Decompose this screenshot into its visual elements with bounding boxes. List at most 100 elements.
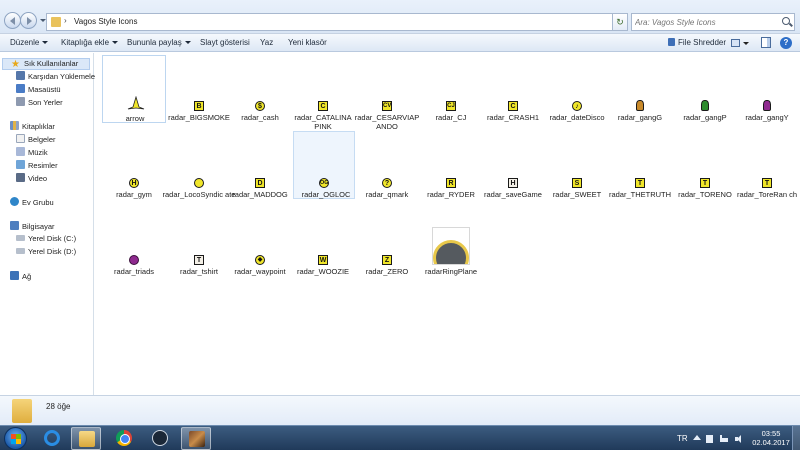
taskbar-windows-explorer[interactable] [71, 427, 101, 450]
sidebar-item-pictures[interactable]: Resimler [16, 160, 58, 170]
sidebar-item-label: Kitaplıklar [22, 122, 55, 131]
savegame-icon: H [508, 178, 518, 188]
sidebar-item-label: Yerel Disk (C:) [28, 234, 77, 243]
file-item-radar-bigsmoke[interactable]: B radar_BIGSMOKE [167, 55, 231, 122]
downloads-icon [16, 71, 25, 80]
sidebar-item-music[interactable]: Müzik [16, 147, 48, 157]
slideshow-button[interactable]: Slayt gösterisi [200, 38, 250, 47]
file-item-radar-crash1[interactable]: C radar_CRASH1 [481, 55, 545, 122]
file-item-radar-ringplane[interactable]: radarRingPlane [419, 205, 483, 276]
help-icon[interactable]: ? [780, 37, 792, 49]
details-pane: 28 öğe [0, 395, 800, 425]
file-item-radar-thetruth[interactable]: T radar_THETRUTH [608, 131, 672, 199]
search-input[interactable] [635, 16, 775, 29]
file-shredder-button[interactable]: File Shredder [668, 38, 726, 47]
file-item-radar-locosyndicate[interactable]: radar_LocoSyndic ate [163, 131, 235, 199]
change-view-button[interactable] [731, 37, 749, 49]
refresh-button[interactable]: ↻ [612, 13, 628, 31]
zero-icon: Z [382, 255, 392, 265]
file-item-radar-maddog[interactable]: D radar_MADDOG [228, 131, 292, 199]
sidebar-item-recent[interactable]: Son Yerler [16, 97, 63, 107]
print-button[interactable]: Yaz [260, 38, 273, 47]
share-with-label: Bununla paylaş [127, 38, 182, 47]
navigation-pane: ★ Sık Kullanılanlar Karşıdan Yüklemeler M… [0, 53, 97, 395]
file-item-radar-sweet[interactable]: S radar_SWEET [545, 131, 609, 199]
breadcrumb-current-folder[interactable]: Vagos Style Icons [74, 17, 137, 26]
file-item-radar-savegame[interactable]: H radar_saveGame [481, 131, 545, 199]
file-item-radar-gangpurple[interactable]: radar_gangP [673, 55, 737, 122]
sidebar-item-label: Sık Kullanılanlar [24, 59, 79, 68]
sidebar-item-network[interactable]: Ağ [10, 271, 31, 281]
file-item-radar-datedisco[interactable]: ♪ radar_dateDisco [545, 55, 609, 122]
file-item-radar-catalinapink[interactable]: C radar_CATALINA PINK [291, 55, 355, 131]
sidebar-item-label: Video [28, 174, 48, 183]
sidebar-item-libraries[interactable]: Kitaplıklar [10, 121, 55, 131]
file-item-radar-qmark[interactable]: ? radar_qmark [355, 131, 419, 199]
file-item-radar-triads[interactable]: radar_triads [102, 205, 166, 276]
file-item-radar-ganggreen[interactable]: radar_gangG [608, 55, 672, 122]
file-item-radar-woozie[interactable]: W radar_WOOZIE [291, 205, 355, 276]
sidebar-item-drive-c[interactable]: Yerel Disk (C:) [16, 234, 76, 243]
bigsmoke-icon: B [194, 101, 204, 111]
system-clock[interactable]: 03:55 02.04.2017 [752, 429, 790, 447]
sidebar-item-desktop[interactable]: Masaüstü [16, 84, 61, 94]
taskbar-internet-explorer[interactable] [37, 427, 67, 450]
search-box[interactable] [631, 13, 795, 31]
sidebar-item-drive-d[interactable]: Yerel Disk (D:) [16, 247, 76, 256]
taskbar-chrome[interactable] [109, 427, 139, 450]
chevron-down-icon [42, 41, 49, 44]
sidebar-item-documents[interactable]: Belgeler [16, 134, 56, 144]
action-center-icon[interactable] [706, 435, 713, 443]
cesar-icon: CV [382, 101, 392, 111]
chevron-down-icon [112, 41, 119, 44]
thetruth-icon: T [635, 178, 645, 188]
clock-time: 03:55 [761, 429, 781, 438]
show-desktop-button[interactable] [792, 426, 800, 450]
organize-menu[interactable]: Düzenle [10, 38, 49, 47]
sidebar-item-videos[interactable]: Video [16, 173, 47, 183]
sidebar-item-computer[interactable]: Bilgisayar [10, 221, 55, 231]
start-button[interactable] [4, 427, 27, 450]
taskbar: TR 03:55 02.04.2017 [0, 425, 800, 450]
file-item-radar-cesarviapando[interactable]: CV radar_CESARVIAP ANDO [355, 55, 419, 131]
arrow-icon [127, 95, 145, 110]
file-item-arrow[interactable]: arrow [102, 55, 166, 123]
file-item-radar-ogloc[interactable]: OG radar_OGLOC [293, 131, 355, 199]
language-indicator[interactable]: TR [677, 434, 688, 443]
loco-icon [194, 178, 204, 188]
network-status-icon[interactable] [720, 435, 728, 442]
new-folder-button[interactable]: Yeni klasör [288, 38, 327, 47]
drive-icon [16, 248, 25, 254]
sidebar-item-homegroup[interactable]: Ev Grubu [10, 197, 54, 207]
woozie-icon: W [318, 255, 328, 265]
taskbar-game[interactable] [181, 427, 211, 450]
item-count: 28 öğe [46, 402, 71, 411]
breadcrumb[interactable]: › Vagos Style Icons [46, 13, 628, 31]
forward-button[interactable] [20, 12, 37, 29]
search-icon[interactable] [782, 17, 790, 25]
sidebar-item-downloads[interactable]: Karşıdan Yüklemeler [16, 71, 97, 81]
back-button[interactable] [4, 12, 21, 29]
file-item-radar-toreno[interactable]: T radar_TORENO [673, 131, 737, 199]
chevron-right-icon[interactable]: › [64, 16, 67, 25]
file-item-radar-cj[interactable]: CJ radar_CJ [419, 55, 483, 122]
file-item-radar-ryder[interactable]: R radar_RYDER [419, 131, 483, 199]
sidebar-item-favorites[interactable]: ★ Sık Kullanılanlar [2, 58, 90, 70]
cj-icon: CJ [446, 101, 456, 111]
file-item-radar-cash[interactable]: $ radar_cash [228, 55, 292, 122]
file-item-radar-zero[interactable]: Z radar_ZERO [355, 205, 419, 276]
file-item-radar-torenoranch[interactable]: T radar_ToreRan ch [735, 131, 799, 199]
sidebar-item-label: Masaüstü [28, 85, 61, 94]
file-item-radar-gangyellow[interactable]: radar_gangY [735, 55, 799, 122]
file-item-radar-waypoint[interactable]: ◆ radar_waypoint [228, 205, 292, 276]
sidebar-item-label: Ev Grubu [22, 198, 54, 207]
preview-pane-icon[interactable] [761, 37, 771, 48]
file-item-radar-tshirt[interactable]: T radar_tshirt [167, 205, 231, 276]
file-item-label: radarRingPlane [424, 267, 478, 276]
volume-icon[interactable] [735, 435, 743, 443]
file-item-radar-gym[interactable]: H radar_gym [102, 131, 166, 199]
include-in-library-menu[interactable]: Kitaplığa ekle [61, 38, 119, 47]
share-with-menu[interactable]: Bununla paylaş [127, 38, 191, 47]
taskbar-steam[interactable] [145, 427, 175, 450]
show-hidden-icons-icon[interactable] [693, 435, 701, 440]
